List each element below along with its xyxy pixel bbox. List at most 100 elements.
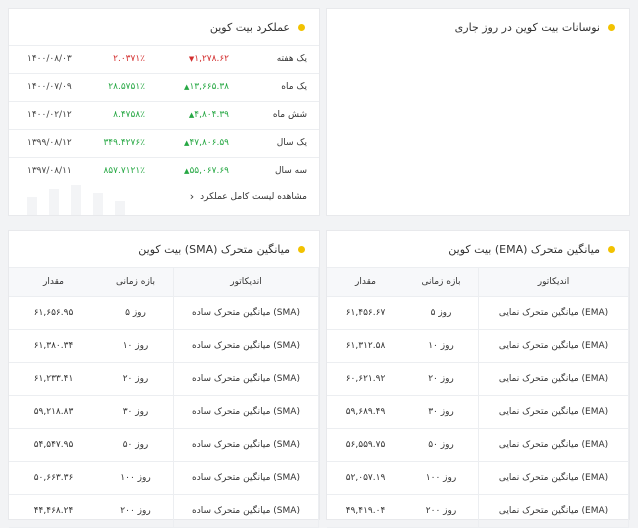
decorative-bars bbox=[19, 185, 129, 215]
indicator-cell: میانگین متحرک ساده (SMA) bbox=[174, 495, 319, 527]
value-cell: ۶۱,۶۵۶.۹۵ bbox=[33, 308, 74, 318]
header-value: مقدار bbox=[355, 277, 376, 287]
chevron-left-icon: ‹ bbox=[189, 190, 195, 203]
sma-card: میانگین متحرک (SMA) بیت کوین اندیکاتور ب… bbox=[8, 230, 320, 528]
price-change: ▼۱,۲۷۸.۶۲ bbox=[186, 54, 229, 64]
price-change: ▲۴۷,۸۰۶.۵۹ bbox=[181, 138, 229, 148]
period-cell: ۵ روز bbox=[98, 297, 174, 329]
ema-title: میانگین متحرک (EMA) بیت کوین bbox=[327, 231, 629, 267]
period-cell: ۵۰ روز bbox=[404, 429, 479, 461]
period-cell: ۵ روز bbox=[404, 297, 479, 329]
percent-change: ۲۸.۵۷۵۱٪ bbox=[108, 82, 145, 92]
indicator-cell: میانگین متحرک ساده (SMA) bbox=[174, 429, 319, 461]
percent-change: ۸.۴۷۵۸٪ bbox=[113, 110, 145, 120]
table-row: میانگین متحرک ساده (SMA) ۱۰ روز ۶۱,۳۸۰.۳۴ bbox=[9, 330, 319, 363]
title-dot-icon bbox=[608, 245, 615, 253]
full-performance-link[interactable]: مشاهده لیست کامل عملکرد ‹ bbox=[190, 190, 307, 203]
performance-row: یک ماه ▲۱۳,۶۶۵.۳۸ ۲۸.۵۷۵۱٪ ۱۴۰۰/۰۷/۰۹ bbox=[9, 73, 319, 101]
sma-table-header: اندیکاتور بازه زمانی مقدار bbox=[9, 267, 319, 297]
table-row: میانگین متحرک نمایی (EMA) ۲۰۰ روز ۴۹,۴۱۹.۰… bbox=[327, 495, 629, 528]
header-indicator: اندیکاتور bbox=[174, 268, 319, 296]
indicator-cell: میانگین متحرک نمایی (EMA) bbox=[479, 297, 629, 329]
reference-date: ۱۳۹۷/۰۸/۱۱ bbox=[27, 166, 72, 176]
header-value: مقدار bbox=[43, 277, 64, 287]
indicator-cell: میانگین متحرک ساده (SMA) bbox=[174, 396, 319, 428]
performance-row: یک هفته ▼۱,۲۷۸.۶۲ ۲.۰۳۷۱٪ ۱۴۰۰/۰۸/۰۳ bbox=[9, 45, 319, 73]
volatility-title: نوسانات بیت کوین در روز جاری bbox=[327, 9, 629, 45]
value-cell: ۶۱,۲۳۳.۴۱ bbox=[33, 374, 74, 384]
value-cell: ۵۶,۵۵۹.۷۵ bbox=[345, 440, 386, 450]
period-label: شش ماه bbox=[272, 110, 307, 120]
period-cell: ۲۰۰ روز bbox=[404, 495, 479, 527]
volatility-title-text: نوسانات بیت کوین در روز جاری bbox=[454, 20, 600, 34]
indicator-cell: میانگین متحرک نمایی (EMA) bbox=[479, 396, 629, 428]
performance-title-text: عملکرد بیت کوین bbox=[209, 20, 290, 34]
table-row: میانگین متحرک ساده (SMA) ۳۰ روز ۵۹,۲۱۸.۸۳ bbox=[9, 396, 319, 429]
ema-title-text: میانگین متحرک (EMA) بیت کوین bbox=[448, 242, 600, 256]
period-cell: ۳۰ روز bbox=[98, 396, 174, 428]
value-cell: ۵۹,۶۸۹.۴۹ bbox=[345, 407, 386, 417]
value-cell: ۴۴,۴۶۸.۲۴ bbox=[33, 506, 74, 516]
period-label: یک ماه bbox=[281, 82, 307, 92]
period-label: یک سال bbox=[276, 138, 307, 148]
period-label: سه سال bbox=[274, 166, 307, 176]
period-cell: ۲۰۰ روز bbox=[98, 495, 174, 527]
title-dot-icon bbox=[298, 245, 305, 253]
performance-row: یک سال ▲۴۷,۸۰۶.۵۹ ۳۴۹.۴۲۷۶٪ ۱۳۹۹/۰۸/۱۲ bbox=[9, 129, 319, 157]
indicator-cell: میانگین متحرک نمایی (EMA) bbox=[479, 462, 629, 494]
period-cell: ۳۰ روز bbox=[404, 396, 479, 428]
title-dot-icon bbox=[298, 23, 305, 31]
table-row: میانگین متحرک نمایی (EMA) ۵ روز ۶۱,۴۵۶.۶۷ bbox=[327, 297, 629, 330]
percent-change: ۸۵۷.۷۱۲۱٪ bbox=[103, 166, 145, 176]
table-row: میانگین متحرک ساده (SMA) ۲۰ روز ۶۱,۲۳۳.۴۱ bbox=[9, 363, 319, 396]
title-dot-icon bbox=[608, 23, 615, 31]
performance-row: سه سال ▲۵۵,۰۶۷.۶۹ ۸۵۷.۷۱۲۱٪ ۱۳۹۷/۰۸/۱۱ bbox=[9, 157, 319, 185]
header-indicator: اندیکاتور bbox=[479, 268, 629, 296]
period-cell: ۱۰۰ روز bbox=[404, 462, 479, 494]
header-period: بازه زمانی bbox=[404, 268, 479, 296]
volatility-card: نوسانات بیت کوین در روز جاری bbox=[326, 8, 630, 216]
performance-title: عملکرد بیت کوین bbox=[9, 9, 319, 45]
price-change-value: ۱,۲۷۸.۶۲ bbox=[194, 54, 229, 64]
indicator-cell: میانگین متحرک نمایی (EMA) bbox=[479, 363, 629, 395]
full-performance-link-label: مشاهده لیست کامل عملکرد bbox=[200, 191, 307, 202]
indicator-cell: میانگین متحرک ساده (SMA) bbox=[174, 462, 319, 494]
period-cell: ۲۰ روز bbox=[404, 363, 479, 395]
price-change-value: ۴۷,۸۰۶.۵۹ bbox=[189, 138, 229, 148]
period-cell: ۱۰۰ روز bbox=[98, 462, 174, 494]
price-change: ▲۵۵,۰۶۷.۶۹ bbox=[181, 166, 229, 176]
period-cell: ۲۰ روز bbox=[98, 363, 174, 395]
table-row: میانگین متحرک نمایی (EMA) ۵۰ روز ۵۶,۵۵۹.۷۵ bbox=[327, 429, 629, 462]
indicator-cell: میانگین متحرک نمایی (EMA) bbox=[479, 429, 629, 461]
period-cell: ۱۰ روز bbox=[98, 330, 174, 362]
sma-title: میانگین متحرک (SMA) بیت کوین bbox=[9, 231, 319, 267]
value-cell: ۶۱,۳۱۲.۵۸ bbox=[345, 341, 386, 351]
table-row: میانگین متحرک ساده (SMA) ۲۰۰ روز ۴۴,۴۶۸.۲۴ bbox=[9, 495, 319, 528]
price-change: ▲۴,۸۰۴.۳۹ bbox=[186, 110, 229, 120]
table-row: میانگین متحرک ساده (SMA) ۵ روز ۶۱,۶۵۶.۹۵ bbox=[9, 297, 319, 330]
table-row: میانگین متحرک نمایی (EMA) ۲۰ روز ۶۰,۶۲۱.۹۲ bbox=[327, 363, 629, 396]
value-cell: ۴۹,۴۱۹.۰۴ bbox=[345, 506, 386, 516]
ema-card: میانگین متحرک (EMA) بیت کوین اندیکاتور ب… bbox=[326, 230, 630, 528]
header-period: بازه زمانی bbox=[98, 268, 174, 296]
price-change-value: ۴,۸۰۴.۳۹ bbox=[194, 110, 229, 120]
reference-date: ۱۴۰۰/۰۲/۱۲ bbox=[27, 110, 72, 120]
table-row: میانگین متحرک ساده (SMA) ۱۰۰ روز ۵۰,۶۶۳.۳۶ bbox=[9, 462, 319, 495]
table-row: میانگین متحرک نمایی (EMA) ۱۰ روز ۶۱,۳۱۲.۵۸ bbox=[327, 330, 629, 363]
performance-card: عملکرد بیت کوین یک هفته ▼۱,۲۷۸.۶۲ ۲.۰۳۷۱٪ ۱… bbox=[8, 8, 320, 216]
sma-title-text: میانگین متحرک (SMA) بیت کوین bbox=[138, 242, 290, 256]
indicator-cell: میانگین متحرک نمایی (EMA) bbox=[479, 330, 629, 362]
performance-row: شش ماه ▲۴,۸۰۴.۳۹ ۸.۴۷۵۸٪ ۱۴۰۰/۰۲/۱۲ bbox=[9, 101, 319, 129]
price-change-value: ۵۵,۰۶۷.۶۹ bbox=[189, 166, 229, 176]
value-cell: ۵۴,۵۴۷.۹۵ bbox=[33, 440, 74, 450]
indicator-cell: میانگین متحرک نمایی (EMA) bbox=[479, 495, 629, 527]
percent-change: ۲.۰۳۷۱٪ bbox=[113, 54, 145, 64]
percent-change: ۳۴۹.۴۲۷۶٪ bbox=[103, 138, 145, 148]
ema-table-header: اندیکاتور بازه زمانی مقدار bbox=[327, 267, 629, 297]
reference-date: ۱۴۰۰/۰۷/۰۹ bbox=[27, 82, 72, 92]
value-cell: ۶۱,۳۸۰.۳۴ bbox=[33, 341, 74, 351]
value-cell: ۵۰,۶۶۳.۳۶ bbox=[33, 473, 74, 483]
indicator-cell: میانگین متحرک ساده (SMA) bbox=[174, 330, 319, 362]
value-cell: ۵۲,۰۵۷.۱۹ bbox=[345, 473, 386, 483]
table-row: میانگین متحرک نمایی (EMA) ۱۰۰ روز ۵۲,۰۵۷.۱… bbox=[327, 462, 629, 495]
